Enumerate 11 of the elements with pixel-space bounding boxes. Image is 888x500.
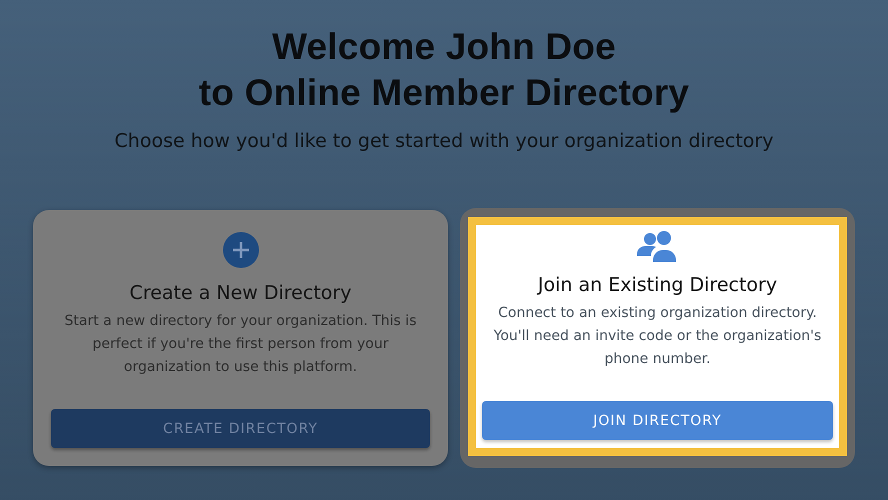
card-description: Start a new directory for your organization. This is perfect if you're the first person from your organization to use this platform. [64,312,418,377]
plus-icon [222,232,258,268]
card-title: Create a New Directory [130,282,352,304]
welcome-heading-line: Welcome John Doe [272,25,616,69]
join-directory-button[interactable]: JOIN DIRECTORY [482,401,833,440]
subtitle: Choose how you'd like to get started with your organization directory [114,130,774,152]
card-title: Join an Existing Directory [538,274,778,296]
card-description: Connect to an existing organization directory. You'll need an invite code or the organization's phone number. [492,304,822,369]
welcome-heading-line: to Online Member Directory [198,71,690,115]
people-icon [636,231,678,262]
create-directory-button[interactable]: CREATE DIRECTORY [51,409,430,448]
